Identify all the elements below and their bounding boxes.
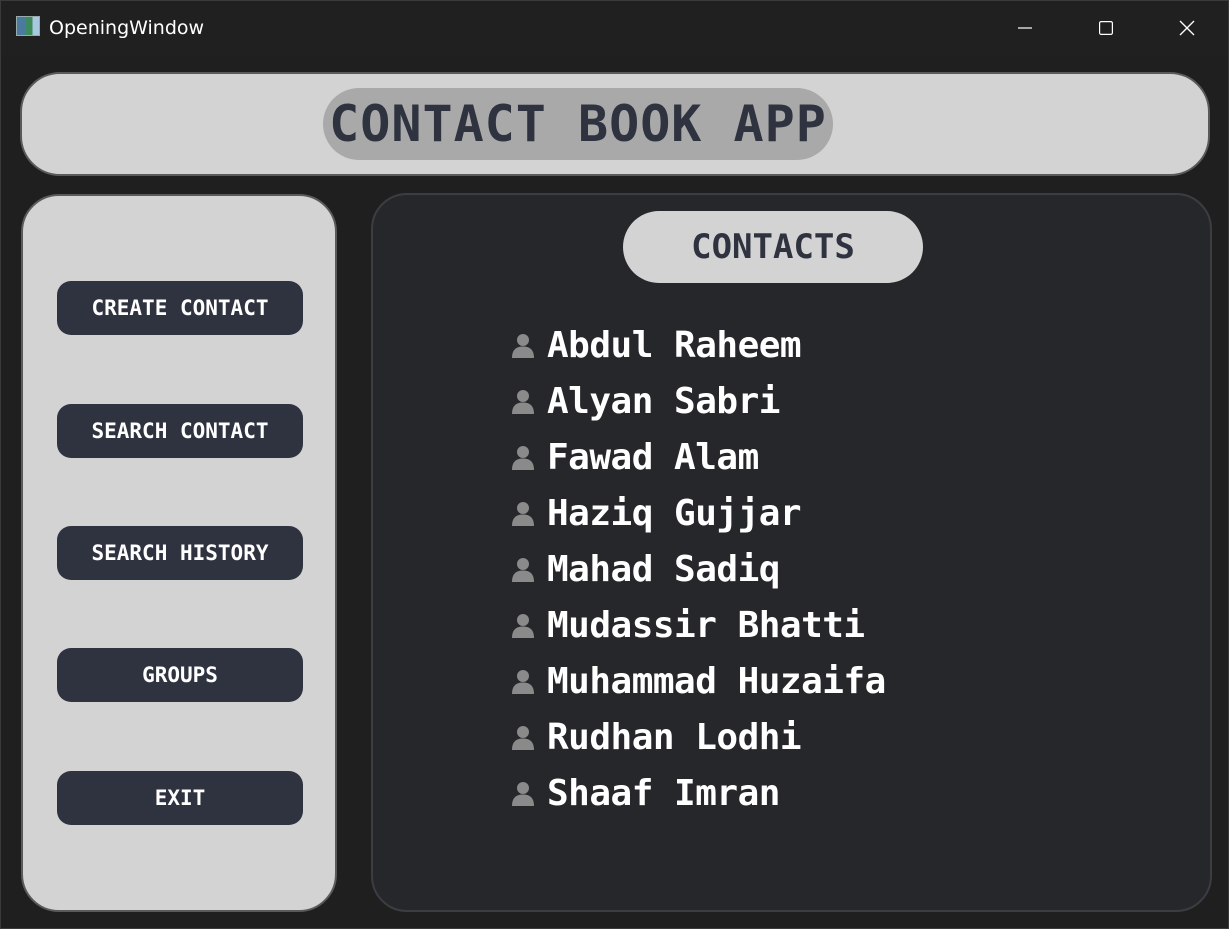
app-title: CONTACT BOOK APP xyxy=(329,95,827,153)
app-icon xyxy=(16,16,40,36)
application-window: OpeningWindow CONTACT BOOK APP CREATE CO… xyxy=(0,0,1229,929)
header-banner: CONTACT BOOK APP xyxy=(20,72,1210,176)
contact-name: Alyan Sabri xyxy=(547,380,780,422)
person-icon xyxy=(509,331,537,359)
contacts-panel: CONTACTS Abdul Raheem Alyan Sabri Fawad … xyxy=(371,193,1212,912)
person-icon xyxy=(509,723,537,751)
contact-name: Abdul Raheem xyxy=(547,324,802,366)
contact-list[interactable]: Abdul Raheem Alyan Sabri Fawad Alam Hazi… xyxy=(509,317,886,821)
close-button[interactable] xyxy=(1147,1,1227,55)
contact-list-item[interactable]: Rudhan Lodhi xyxy=(509,709,886,765)
search-contact-button[interactable]: SEARCH CONTACT xyxy=(57,404,303,458)
title-bar[interactable]: OpeningWindow xyxy=(1,1,1228,55)
contact-list-item[interactable]: Muhammad Huzaifa xyxy=(509,653,886,709)
groups-button[interactable]: GROUPS xyxy=(57,648,303,702)
person-icon xyxy=(509,499,537,527)
contact-list-item[interactable]: Fawad Alam xyxy=(509,429,886,485)
contact-list-item[interactable]: Abdul Raheem xyxy=(509,317,886,373)
minimize-icon xyxy=(1018,27,1032,29)
contact-name: Shaaf Imran xyxy=(547,772,780,814)
contact-list-item[interactable]: Haziq Gujjar xyxy=(509,485,886,541)
contact-name: Mahad Sadiq xyxy=(547,548,780,590)
person-icon xyxy=(509,387,537,415)
search-history-button[interactable]: SEARCH HISTORY xyxy=(57,526,303,580)
person-icon xyxy=(509,667,537,695)
contact-name: Muhammad Huzaifa xyxy=(547,660,886,702)
exit-button[interactable]: EXIT xyxy=(57,771,303,825)
person-icon xyxy=(509,443,537,471)
contact-name: Mudassir Bhatti xyxy=(547,604,865,646)
create-contact-button[interactable]: CREATE CONTACT xyxy=(57,281,303,335)
person-icon xyxy=(509,555,537,583)
contacts-title-pill: CONTACTS xyxy=(623,211,923,283)
contact-list-item[interactable]: Alyan Sabri xyxy=(509,373,886,429)
contact-list-item[interactable]: Shaaf Imran xyxy=(509,765,886,821)
header-title-pill: CONTACT BOOK APP xyxy=(323,88,833,160)
maximize-icon xyxy=(1099,21,1113,35)
contact-name: Haziq Gujjar xyxy=(547,492,802,534)
contact-name: Rudhan Lodhi xyxy=(547,716,802,758)
sidebar: CREATE CONTACT SEARCH CONTACT SEARCH HIS… xyxy=(21,194,337,912)
contact-list-item[interactable]: Mudassir Bhatti xyxy=(509,597,886,653)
contacts-title: CONTACTS xyxy=(691,227,855,267)
contact-list-item[interactable]: Mahad Sadiq xyxy=(509,541,886,597)
contact-name: Fawad Alam xyxy=(547,436,759,478)
minimize-button[interactable] xyxy=(985,1,1065,55)
window-title: OpeningWindow xyxy=(49,17,205,39)
person-icon xyxy=(509,611,537,639)
person-icon xyxy=(509,779,537,807)
maximize-button[interactable] xyxy=(1066,1,1146,55)
close-icon xyxy=(1179,20,1195,36)
